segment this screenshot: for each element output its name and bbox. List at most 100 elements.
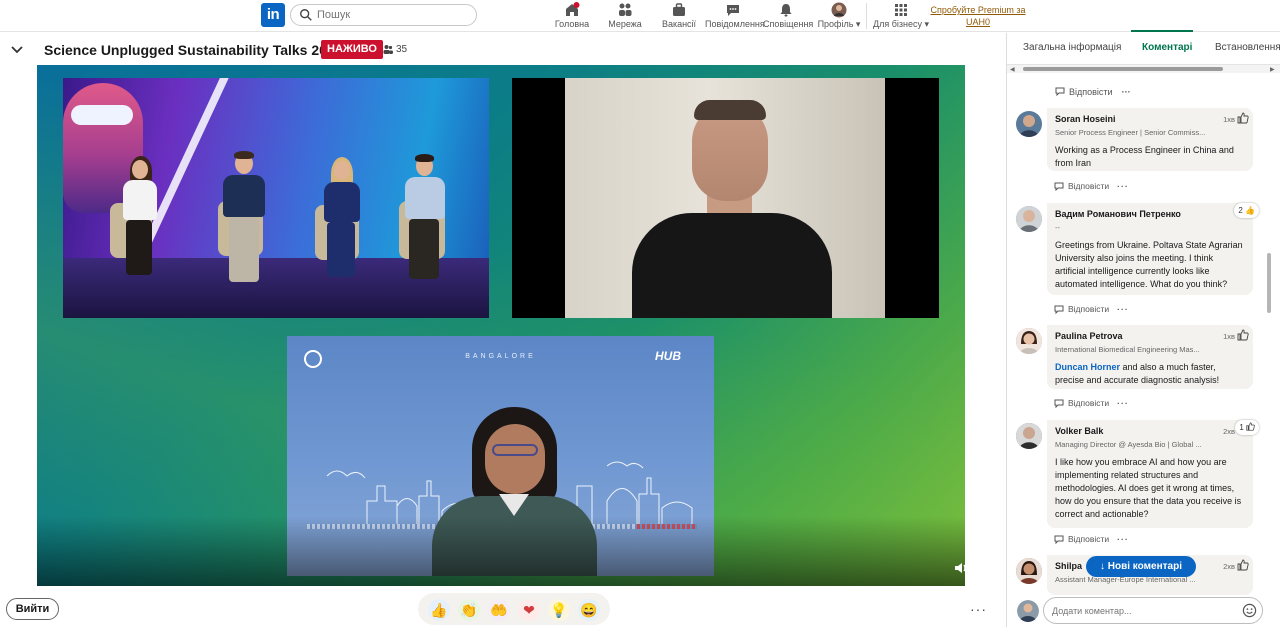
- comment-more-button[interactable]: ···: [1117, 304, 1129, 314]
- search-icon: [300, 9, 312, 21]
- like-count-badge[interactable]: 2 👍: [1234, 203, 1259, 218]
- reply-link[interactable]: Відповісти: [1069, 87, 1113, 97]
- avatar[interactable]: [1016, 558, 1042, 584]
- volume-icon[interactable]: [953, 560, 969, 576]
- tab-comments[interactable]: Коментарі: [1142, 42, 1192, 53]
- home-icon: [566, 2, 580, 16]
- linkedin-logo[interactable]: in: [261, 3, 285, 27]
- nav-messaging[interactable]: Повідомлення: [705, 1, 765, 31]
- commenter-name[interactable]: Вадим Романович Петренко: [1055, 209, 1245, 219]
- premium-line-1: Спробуйте Premium за: [930, 5, 1026, 15]
- speaker-2-face: [485, 424, 545, 494]
- commenter-name[interactable]: Soran Hoseini: [1055, 114, 1245, 124]
- reply-link[interactable]: Відповісти: [1068, 181, 1109, 191]
- tab-overview[interactable]: Загальна інформація: [1023, 42, 1121, 53]
- messaging-icon: [726, 5, 739, 16]
- viewers-icon: [383, 45, 393, 54]
- love-reaction[interactable]: ❤: [518, 599, 540, 621]
- comment-more-button[interactable]: ···: [1122, 87, 1131, 97]
- scroll-left-arrow-icon[interactable]: ◀: [1010, 66, 1015, 73]
- live-event-header: Science Unplugged Sustainability Talks 2…: [0, 33, 1006, 65]
- video-player[interactable]: BANGALORE HUB: [37, 65, 965, 586]
- vr-headset-visor: [71, 105, 133, 125]
- comment-text: Duncan Horner and also a much faster, pr…: [1055, 361, 1245, 387]
- leave-button[interactable]: Вийти: [6, 598, 59, 620]
- comment-more-button[interactable]: ···: [1117, 398, 1129, 408]
- comment-bubble: Soran Hoseini Senior Process Engineer | …: [1047, 108, 1253, 171]
- avatar[interactable]: [1016, 328, 1042, 354]
- grid-icon: [895, 4, 907, 16]
- insightful-reaction[interactable]: 💡: [548, 599, 570, 621]
- comment-more-button[interactable]: ···: [1117, 534, 1129, 544]
- avatar[interactable]: [1016, 206, 1042, 232]
- comment-time: 2хв: [1223, 562, 1235, 571]
- funny-reaction[interactable]: 😄: [578, 599, 600, 621]
- more-options-button[interactable]: ···: [970, 601, 987, 617]
- nav-home[interactable]: Головна: [553, 1, 591, 31]
- vertical-scrollbar-thumb[interactable]: [1267, 253, 1271, 313]
- comment-actions-previous: Відповісти ···: [1055, 87, 1131, 97]
- comment-actions: Відповісти ···: [1054, 534, 1129, 545]
- comments-vertical-scrollbar[interactable]: [1266, 73, 1272, 583]
- like-reaction[interactable]: 👍: [428, 599, 450, 621]
- bell-icon: [780, 4, 792, 17]
- top-navigation-bar: in Головна Мережа Вакансії Повідомлення …: [0, 0, 1280, 32]
- commenter-headline: --: [1055, 223, 1060, 232]
- video-tile-remote-speaker: [512, 78, 939, 318]
- chevron-down-icon[interactable]: [9, 42, 25, 58]
- support-reaction[interactable]: 🤲: [488, 599, 510, 621]
- scrollbar-thumb[interactable]: [1023, 67, 1223, 71]
- reply-link[interactable]: Відповісти: [1068, 534, 1109, 544]
- nav-for-business[interactable]: Для бізнесу ▾: [873, 1, 929, 31]
- reply-icon: [1054, 182, 1064, 192]
- celebrate-reaction[interactable]: 👏: [458, 599, 480, 621]
- fullscreen-icon[interactable]: [977, 560, 993, 576]
- video-control-gradient: [37, 516, 965, 586]
- reply-icon: [1055, 87, 1065, 97]
- new-comments-button[interactable]: ↓ Нові коментарі: [1086, 556, 1196, 577]
- avatar[interactable]: [1016, 111, 1042, 137]
- comment-more-button[interactable]: ···: [1117, 181, 1129, 191]
- search-box[interactable]: [290, 4, 477, 26]
- scroll-right-arrow-icon[interactable]: ▶: [1270, 66, 1275, 73]
- nav-home-label: Головна: [554, 19, 590, 29]
- tab-setup[interactable]: Встановлення: [1215, 42, 1280, 53]
- like-count-badge[interactable]: 1: [1235, 420, 1259, 435]
- commenter-headline: Managing Director @ Ayesda Bio | Global …: [1055, 440, 1202, 449]
- nav-jobs-label: Вакансії: [661, 19, 697, 29]
- like-icon[interactable]: [1237, 559, 1249, 571]
- comment-composer[interactable]: [1043, 597, 1263, 624]
- speaker-shirt: [632, 213, 832, 318]
- nav-jobs[interactable]: Вакансії: [660, 1, 698, 31]
- commenter-name[interactable]: Volker Balk: [1055, 426, 1245, 436]
- comment-bubble: Paulina Petrova International Biomedical…: [1047, 325, 1253, 389]
- emoji-icon[interactable]: [1242, 603, 1257, 618]
- like-count: 2: [1238, 206, 1243, 215]
- like-icon[interactable]: [1237, 112, 1249, 124]
- tabs-horizontal-scrollbar[interactable]: ◀ ▶: [1007, 65, 1280, 73]
- viewer-count: 35: [383, 43, 407, 57]
- nav-notifications[interactable]: Сповіщення: [763, 1, 813, 31]
- reactions-bar: 👍 👏 🤲 ❤ 💡 😄: [418, 593, 610, 625]
- nav-network[interactable]: Мережа: [605, 1, 645, 31]
- reply-link[interactable]: Відповісти: [1068, 398, 1109, 408]
- nav-messaging-label: Повідомлення: [705, 19, 765, 29]
- nav-divider: [866, 3, 867, 29]
- profile-avatar: [831, 2, 847, 18]
- like-icon[interactable]: [1237, 329, 1249, 341]
- mention-link[interactable]: Duncan Horner: [1055, 362, 1120, 372]
- try-premium-link[interactable]: Спробуйте Premium за UAH0: [930, 4, 1026, 28]
- premium-line-2: UAH0: [965, 17, 990, 27]
- reply-link[interactable]: Відповісти: [1068, 304, 1109, 314]
- comment-text: I like how you embrace AI and how you ar…: [1055, 457, 1242, 519]
- like-badge-icon: 👍: [1245, 206, 1255, 215]
- comment-input[interactable]: [1052, 604, 1232, 618]
- bangalore-label: BANGALORE: [465, 353, 536, 360]
- nav-profile[interactable]: Профіль ▾: [817, 1, 861, 31]
- avatar[interactable]: [1016, 423, 1042, 449]
- commenter-headline: Senior Process Engineer | Senior Commiss…: [1055, 128, 1206, 137]
- search-input[interactable]: [317, 7, 467, 23]
- commenter-name[interactable]: Paulina Petrova: [1055, 331, 1245, 341]
- speaker-2-glasses: [492, 444, 538, 456]
- nav-network-label: Мережа: [608, 19, 642, 29]
